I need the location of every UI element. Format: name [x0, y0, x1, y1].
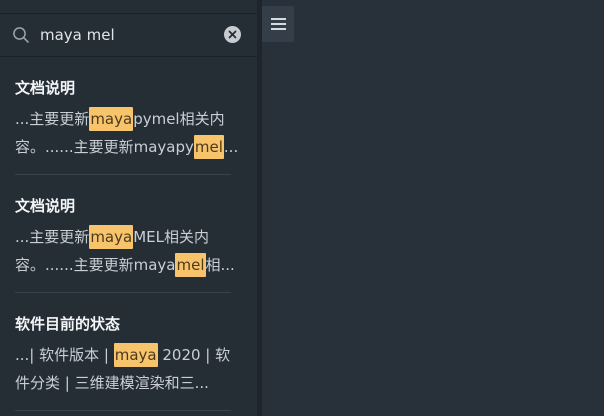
snippet-line: 容。......主要更新mayapymel...: [15, 133, 238, 161]
clear-search-icon[interactable]: [224, 26, 241, 43]
search-match-highlight: mel: [193, 135, 224, 159]
result-snippet: ...主要更新mayapymel相关内 容。......主要更新mayapymel…: [15, 105, 238, 161]
snippet-line: ...主要更新mayaMEL相关内: [15, 223, 233, 251]
snippet-text: 相...: [205, 256, 235, 274]
search-results-list: 文档说明 ...主要更新mayapymel相关内 容。......主要更新mayap…: [0, 57, 257, 411]
snippet-text: 容。......主要更新maya: [15, 256, 176, 274]
search-sidebar: 文档说明...主要更新mayapymel相关内容。......主要更新mayap…: [0, 0, 257, 416]
snippet-text: ...主要更新: [15, 228, 90, 246]
snippet-line: ...| 软件版本 | maya 2020 | 软: [15, 341, 233, 369]
search-result-item[interactable]: 软件目前的状态 ...| 软件版本 | maya 2020 | 软件分类 | 三维…: [15, 293, 231, 411]
menu-toggle-button[interactable]: [262, 6, 294, 42]
result-title: 软件目前的状态: [15, 315, 121, 333]
search-match-highlight: maya: [89, 225, 134, 249]
result-snippet: ...主要更新mayaMEL相关内 容。......主要更新mayamel相...: [15, 223, 235, 279]
snippet-text: 2020 | 软: [157, 346, 231, 364]
search-match-highlight: maya: [113, 343, 158, 367]
search-result-item[interactable]: 文档说明 ...主要更新mayaMEL相关内 容。......主要更新mayamel…: [15, 175, 235, 293]
search-match-highlight: maya: [89, 107, 134, 131]
snippet-text: ...主要更新: [15, 110, 90, 128]
result-snippet: ...| 软件版本 | maya 2020 | 软件分类 | 三维建模渲染和三.…: [15, 341, 233, 397]
snippet-line: 件分类 | 三维建模渲染和三...: [15, 369, 233, 397]
snippet-text: MEL相关内: [133, 228, 209, 246]
search-icon: [13, 27, 29, 43]
snippet-text: ...| 软件版本 |: [15, 346, 114, 364]
search-match-highlight: mel: [175, 253, 206, 277]
search-input[interactable]: [40, 24, 218, 46]
snippet-line: 容。......主要更新mayamel相...: [15, 251, 235, 279]
snippet-text: 容。......主要更新mayapy: [15, 138, 194, 156]
search-result-item[interactable]: 文档说明 ...主要更新mayapymel相关内 容。......主要更新mayap…: [15, 57, 238, 175]
result-title: 文档说明: [15, 79, 76, 97]
snippet-text: 件分类 | 三维建模渲染和三...: [15, 374, 209, 392]
search-bar: [0, 14, 257, 57]
sidebar-resize-handle[interactable]: [257, 0, 262, 416]
snippet-text: pymel相关内: [133, 110, 225, 128]
snippet-text: ...: [223, 138, 239, 156]
snippet-line: ...主要更新mayapymel相关内: [15, 105, 233, 133]
result-title: 文档说明: [15, 197, 76, 215]
